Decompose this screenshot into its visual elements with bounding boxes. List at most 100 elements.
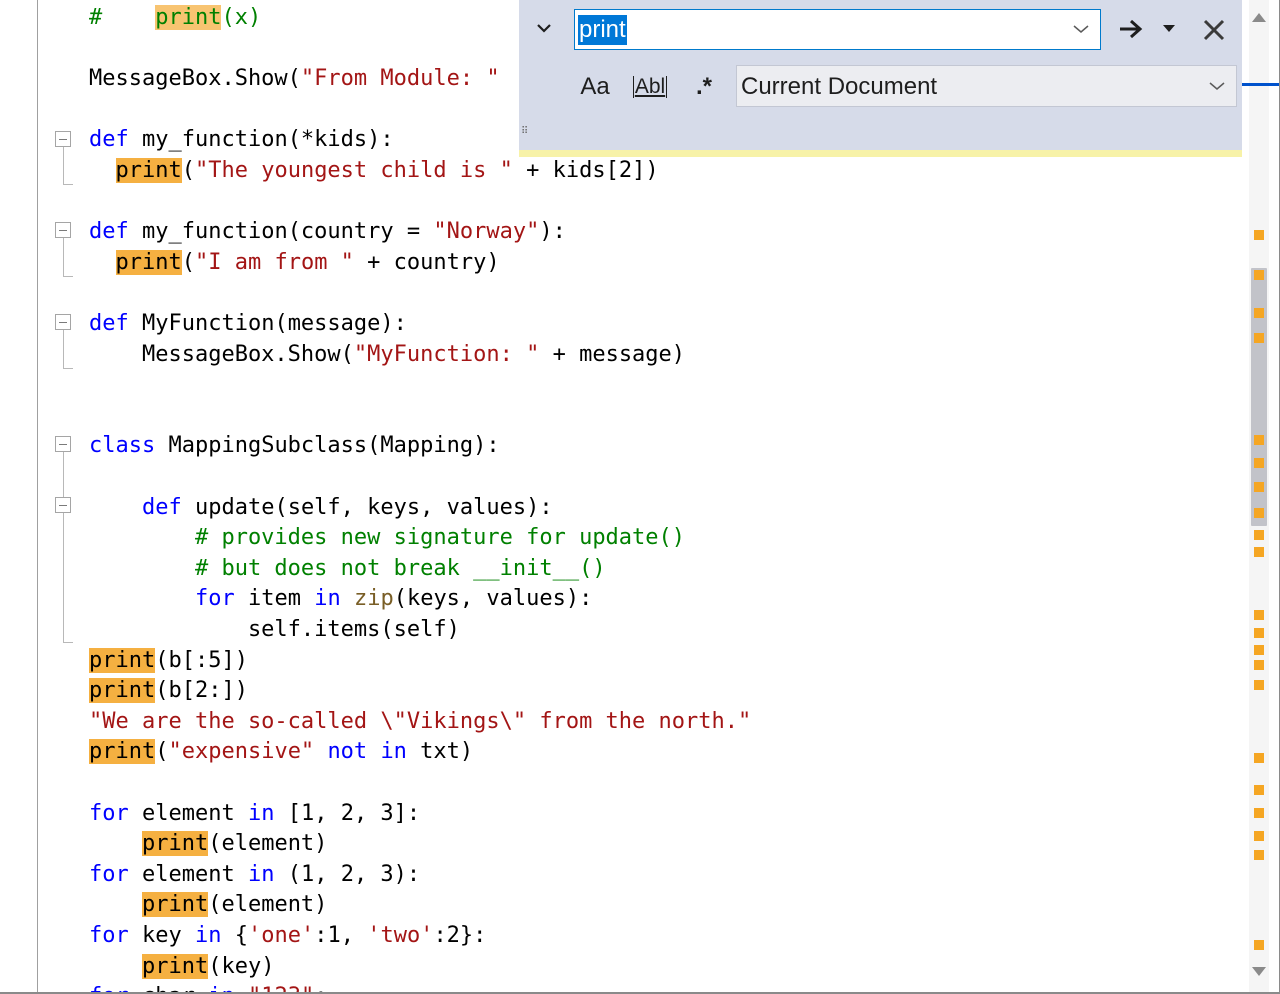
code-line[interactable]: for item in zip(keys, values):	[89, 584, 592, 614]
code-line[interactable]: def MyFunction(message):	[89, 309, 407, 339]
code-token: def	[89, 219, 129, 245]
code-line[interactable]: # print(x)	[89, 3, 261, 33]
search-result-marker	[1254, 230, 1264, 240]
code-token: in	[247, 861, 275, 887]
search-result-marker	[1254, 435, 1264, 445]
code-line[interactable]: self.items(self)	[89, 615, 460, 645]
search-result-marker	[1254, 940, 1264, 950]
code-token: + country)	[353, 249, 500, 275]
search-input[interactable]: print	[574, 9, 1101, 50]
fold-toggle-my-function-kids[interactable]	[55, 131, 71, 147]
code-token: "MyFunction: "	[353, 341, 540, 367]
code-token: :2}:	[433, 923, 487, 948]
code-token: "Norway"	[433, 219, 540, 245]
scroll-down-button[interactable]	[1249, 962, 1269, 980]
code-token: # but does not break __init__()	[89, 555, 606, 581]
code-token: (keys, values):	[393, 586, 593, 612]
whole-word-icon: Abl	[632, 75, 668, 98]
code-token: "The youngest child is "	[194, 158, 513, 183]
code-line[interactable]: MessageBox.Show("MyFunction: " + message…	[89, 340, 685, 370]
search-result-marker	[1254, 850, 1264, 860]
code-line[interactable]: print(b[2:])	[89, 676, 248, 706]
code-token: item	[234, 586, 315, 612]
scroll-up-button[interactable]	[1249, 8, 1269, 26]
code-line[interactable]: class MappingSubclass(Mapping):	[89, 431, 500, 461]
search-result-marker	[1254, 308, 1264, 318]
code-token: 'one'	[247, 923, 315, 948]
code-line[interactable]: def my_function(country = "Norway"):	[89, 217, 566, 247]
fold-guide-end	[63, 276, 73, 277]
search-result-marker	[1254, 645, 1264, 655]
toggle-replace-button[interactable]	[533, 16, 555, 40]
fold-toggle-mapping-subclass[interactable]	[55, 436, 71, 452]
resize-grip-icon[interactable]: ⠿	[521, 127, 539, 144]
search-result-marker	[1254, 628, 1264, 638]
code-line[interactable]: for element in (1, 2, 3):	[89, 860, 420, 890]
search-result-marker	[1254, 831, 1264, 841]
search-result-marker	[1254, 680, 1264, 690]
code-line[interactable]: # but does not break __init__()	[89, 554, 606, 584]
code-token: 'two'	[367, 923, 434, 948]
code-token: #	[89, 5, 156, 30]
find-panel: print Aa Abl .* Current Document ⠿	[519, 0, 1242, 157]
search-scope-select[interactable]: Current Document	[736, 65, 1237, 107]
regex-toggle[interactable]: .*	[687, 70, 721, 104]
search-result-marker	[1254, 660, 1264, 670]
code-token: my_function(*kids):	[128, 127, 394, 153]
code-token: not	[327, 739, 368, 765]
match-case-toggle[interactable]: Aa	[577, 70, 613, 104]
code-line[interactable]: for element in [1, 2, 3]:	[89, 799, 420, 829]
code-line[interactable]: print(key)	[89, 952, 274, 982]
code-line[interactable]: # provides new signature for update()	[89, 523, 685, 553]
fold-toggle-update[interactable]	[55, 497, 71, 513]
find-next-button[interactable]	[1117, 15, 1145, 43]
code-line[interactable]: MessageBox.Show("From Module: "	[89, 64, 500, 94]
code-token: (	[181, 158, 195, 183]
code-token: + kids[2])	[512, 158, 659, 183]
search-match: print	[155, 5, 222, 30]
code-token: for	[89, 861, 129, 887]
code-token: zip	[353, 586, 394, 612]
code-token: class	[89, 433, 156, 459]
search-match: print	[89, 647, 156, 673]
code-token: (b[:5])	[155, 647, 248, 673]
fold-toggle-my-function-message[interactable]	[55, 314, 71, 330]
chevron-down-icon	[537, 24, 551, 33]
code-token: (x)	[221, 5, 262, 30]
search-history-dropdown[interactable]	[1070, 18, 1092, 40]
search-result-marker	[1254, 530, 1264, 540]
code-line[interactable]: print("I am from " + country)	[89, 248, 500, 278]
code-line[interactable]: print(element)	[89, 829, 327, 859]
code-token: element	[128, 861, 248, 887]
code-line[interactable]: print(element)	[89, 890, 327, 920]
code-token: (1, 2, 3):	[274, 861, 421, 887]
code-token: def	[141, 494, 182, 520]
find-options-dropdown[interactable]	[1159, 18, 1179, 40]
code-line[interactable]: def update(self, keys, values):	[89, 493, 553, 523]
code-token: {	[221, 923, 248, 948]
search-result-marker	[1254, 333, 1264, 343]
fold-guide-end	[63, 184, 73, 185]
code-token: MyFunction(message):	[128, 311, 407, 336]
code-token: (element)	[208, 892, 328, 918]
code-line[interactable]: print("The youngest child is " + kids[2]…	[89, 156, 659, 186]
code-line[interactable]: def my_function(*kids):	[89, 125, 394, 155]
code-line[interactable]: print("expensive" not in txt)	[89, 737, 473, 767]
search-scope-dropdown[interactable]	[1206, 75, 1228, 97]
code-line[interactable]: print(b[:5])	[89, 646, 248, 676]
code-line[interactable]: for key in {'one':1, 'two':2}:	[89, 921, 486, 951]
match-case-icon: Aa	[580, 73, 610, 100]
search-result-marker	[1254, 610, 1264, 620]
search-match: print	[141, 831, 209, 857]
fold-toggle-my-function-country[interactable]	[55, 222, 71, 238]
code-line[interactable]: "We are the so-called \"Vikings\" from t…	[89, 707, 751, 737]
triangle-down-icon	[1252, 966, 1266, 976]
close-find-button[interactable]	[1199, 15, 1229, 45]
match-whole-word-toggle[interactable]: Abl	[631, 70, 669, 104]
